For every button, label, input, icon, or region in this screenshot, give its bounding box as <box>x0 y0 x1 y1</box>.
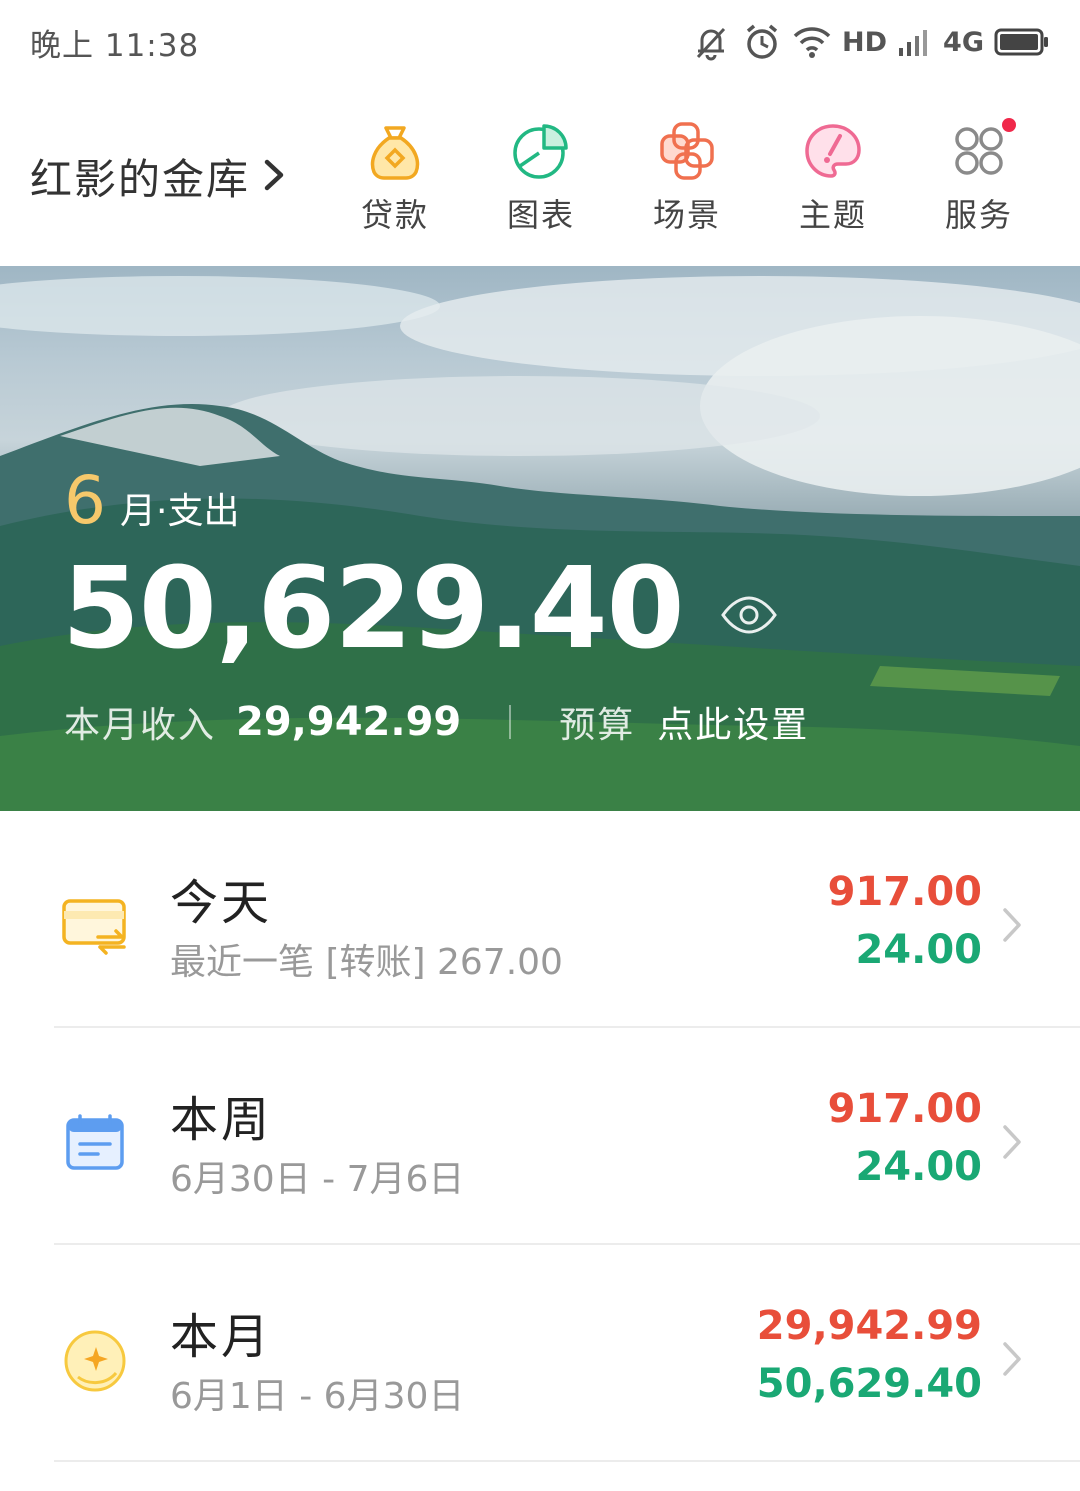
row-expense: 917.00 <box>827 869 982 915</box>
row-expense: 917.00 <box>827 1086 982 1132</box>
row-divider <box>54 1460 1080 1462</box>
month-label: 月·支出 <box>120 491 240 532</box>
list-item-today[interactable]: 今天 最近一笔 [转账] 267.00 917.00 24.00 <box>0 811 1080 1028</box>
period-summary-list: 今天 最近一笔 [转账] 267.00 917.00 24.00 本周 6月30… <box>0 811 1080 1462</box>
hd-indicator: HD <box>842 26 888 58</box>
monthly-income-amount: 29,942.99 <box>236 699 462 745</box>
mute-bell-icon <box>690 21 732 63</box>
pie-chart-icon <box>513 124 568 179</box>
list-item-week[interactable]: 本周 6月30日 - 7月6日 917.00 24.00 <box>0 1028 1080 1245</box>
row-title: 今天 <box>170 875 273 931</box>
row-subtitle: 6月1日 - 6月30日 <box>170 1376 465 1417</box>
chevron-right-icon <box>1003 1125 1021 1159</box>
account-switcher[interactable]: 红影的金库 <box>30 146 288 207</box>
shortcut-scene[interactable]: 场景 <box>614 118 760 238</box>
income-budget-row: 本月收入 29,942.99 预算 点此设置 <box>64 696 809 748</box>
row-title: 本月 <box>170 1309 273 1365</box>
row-income: 24.00 <box>855 927 982 973</box>
shortcut-services[interactable]: 服务 <box>906 118 1052 238</box>
row-expense: 29,942.99 <box>756 1303 982 1349</box>
alarm-icon <box>742 22 782 62</box>
list-item-month[interactable]: 本月 6月1日 - 6月30日 29,942.99 50,629.40 <box>0 1245 1080 1462</box>
chevron-right-icon <box>1003 1342 1021 1376</box>
month-title: 6 月·支出 <box>64 462 239 539</box>
battery-icon <box>994 27 1050 57</box>
monthly-expense-amount: 50,629.40 <box>62 544 685 674</box>
budget-label: 预算 <box>559 705 636 746</box>
calendar-icon <box>66 1114 124 1170</box>
shortcut-label: 场景 <box>652 196 721 234</box>
wifi-icon <box>792 24 832 60</box>
header: 红影的金库 贷款 图表 场景 主题 服务 <box>0 84 1080 266</box>
shortcut-label: 服务 <box>944 196 1013 234</box>
month-number: 6 <box>64 462 106 539</box>
expense-row: 50,629.40 <box>62 544 778 674</box>
divider <box>509 705 512 739</box>
network-indicator: 4G <box>943 26 984 58</box>
shortcut-loan[interactable]: 贷款 <box>322 118 468 238</box>
theme-brush-icon <box>805 124 861 178</box>
row-title: 本周 <box>170 1092 273 1148</box>
eye-icon[interactable] <box>720 595 778 639</box>
shortcut-chart[interactable]: 图表 <box>468 118 614 238</box>
shortcut-theme[interactable]: 主题 <box>760 118 906 238</box>
shortcut-label: 贷款 <box>360 196 429 234</box>
chevron-right-icon <box>260 155 288 199</box>
notification-dot <box>1002 118 1016 132</box>
row-income: 24.00 <box>855 1144 982 1190</box>
money-bag-icon <box>370 126 420 180</box>
status-icons: HD 4G <box>690 21 1050 63</box>
home-page: 晚上 11:38 HD 4G 红影的金库 贷款 图表 场景 主题 服务 6 月·… <box>0 0 1080 1491</box>
row-subtitle: 最近一笔 [转账] 267.00 <box>170 942 563 983</box>
status-time: 晚上 11:38 <box>30 27 200 64</box>
transfer-card-icon <box>62 899 126 955</box>
shortcut-label: 主题 <box>798 196 867 234</box>
scene-knot-icon <box>660 122 714 180</box>
moon-icon <box>64 1330 126 1392</box>
signal-icon <box>897 26 933 58</box>
account-name: 红影的金库 <box>30 155 251 204</box>
status-bar: 晚上 11:38 HD 4G <box>0 0 1080 84</box>
set-budget-link[interactable]: 点此设置 <box>657 696 809 748</box>
summary-banner[interactable]: 6 月·支出 50,629.40 本月收入 29,942.99 预算 点此设置 <box>0 266 1080 811</box>
income-label: 本月收入 <box>64 705 217 746</box>
chevron-right-icon <box>1003 908 1021 942</box>
shortcut-bar: 贷款 图表 场景 主题 服务 <box>322 118 1062 238</box>
row-subtitle: 6月30日 - 7月6日 <box>170 1159 465 1200</box>
shortcut-label: 图表 <box>506 196 575 234</box>
row-income: 50,629.40 <box>756 1361 982 1407</box>
